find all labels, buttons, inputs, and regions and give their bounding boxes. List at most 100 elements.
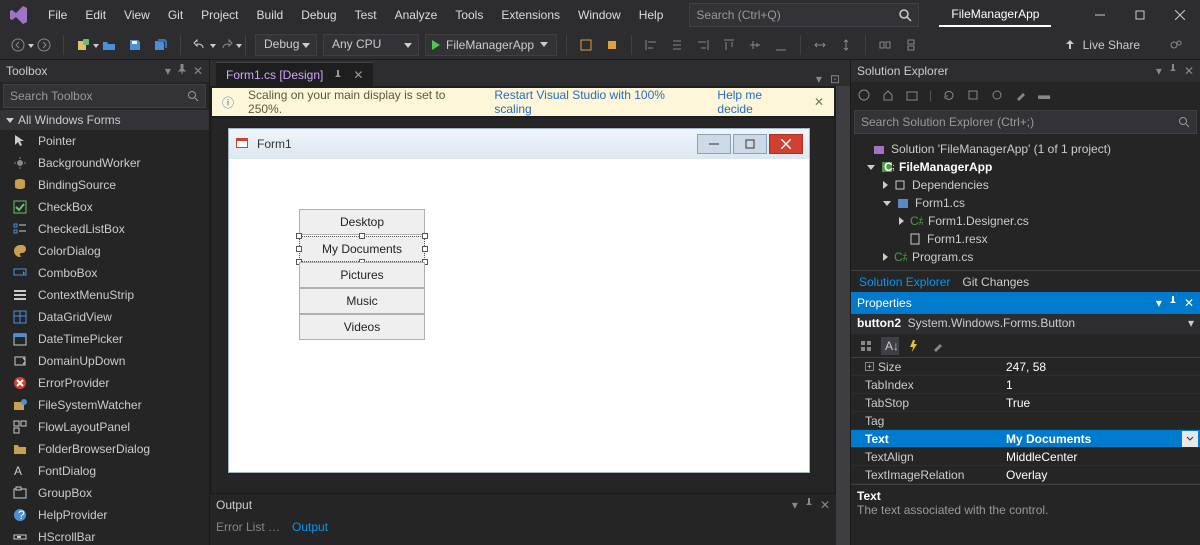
form1-cs-node[interactable]: Form1.cs	[851, 194, 1200, 212]
property-value[interactable]: 247, 58	[1006, 358, 1200, 375]
new-item-button[interactable]	[73, 35, 93, 55]
toolbox-item-datagridview[interactable]: DataGridView	[0, 306, 209, 328]
toolbox-item-errorprovider[interactable]: ErrorProvider	[0, 372, 209, 394]
project-node[interactable]: C# FileManagerApp	[851, 158, 1200, 176]
close-button[interactable]	[1160, 1, 1200, 29]
toolbox-item-contextmenustrip[interactable]: ContextMenuStrip	[0, 284, 209, 306]
menu-analyze[interactable]: Analyze	[387, 4, 446, 26]
selection-handle[interactable]	[296, 246, 302, 252]
close-tab-icon[interactable]: ✕	[353, 68, 363, 82]
property-value[interactable]: 1	[1006, 376, 1200, 393]
categorized-icon[interactable]	[857, 337, 875, 355]
toolbox-item-groupbox[interactable]: GroupBox	[0, 482, 209, 504]
toolbox-item-backgroundworker[interactable]: BackgroundWorker	[0, 152, 209, 174]
save-button[interactable]	[125, 35, 145, 55]
toolbox-item-folderbrowserdialog[interactable]: FolderBrowserDialog	[0, 438, 209, 460]
menu-view[interactable]: View	[116, 4, 158, 26]
form1-designer-node[interactable]: C# Form1.Designer.cs	[851, 212, 1200, 230]
live-share-button[interactable]: Live Share	[1063, 38, 1140, 52]
property-pages-icon[interactable]	[929, 337, 947, 355]
tool-btn-b[interactable]	[602, 35, 622, 55]
pin-icon[interactable]	[1168, 64, 1178, 78]
close-icon[interactable]: ✕	[193, 64, 203, 78]
toolbox-item-fontdialog[interactable]: AFontDialog	[0, 460, 209, 482]
menu-debug[interactable]: Debug	[293, 4, 344, 26]
vspace-button[interactable]	[836, 35, 856, 55]
toolbox-item-checkedlistbox[interactable]: CheckedListBox	[0, 218, 209, 240]
se-sync-icon[interactable]	[905, 88, 919, 102]
form-button-music[interactable]: Music	[299, 288, 425, 314]
property-value[interactable]: MiddleCenter	[1006, 448, 1200, 465]
align-top-button[interactable]	[719, 35, 739, 55]
maximize-pane-icon[interactable]: ⊡	[830, 72, 840, 86]
property-value[interactable]: My Documents	[1006, 430, 1200, 447]
toolbox-item-hscrollbar[interactable]: HScrollBar	[0, 526, 209, 545]
property-value[interactable]	[1006, 412, 1200, 429]
form-button-videos[interactable]: Videos	[299, 314, 425, 340]
form-designer-surface[interactable]: Form1 DesktopMy DocumentsPicturesMusicVi…	[212, 118, 834, 493]
output-tab[interactable]: Output	[292, 520, 328, 534]
solution-name-display[interactable]: FileManagerApp	[939, 3, 1051, 27]
se-home-icon[interactable]	[857, 88, 871, 102]
form-client-area[interactable]: DesktopMy DocumentsPicturesMusicVideos	[229, 159, 809, 472]
form-preview-window[interactable]: Form1 DesktopMy DocumentsPicturesMusicVi…	[228, 128, 810, 473]
se-showall-icon[interactable]	[990, 88, 1004, 102]
dropdown-icon[interactable]	[1182, 431, 1198, 447]
property-row-tabindex[interactable]: TabIndex1	[851, 376, 1200, 394]
menu-edit[interactable]: Edit	[77, 4, 114, 26]
toolbox-item-combobox[interactable]: ComboBox	[0, 262, 209, 284]
menu-git[interactable]: Git	[160, 4, 191, 26]
output-tab[interactable]: Error List …	[216, 520, 280, 534]
close-infobar-icon[interactable]: ✕	[814, 95, 824, 109]
pin-icon[interactable]	[1168, 296, 1178, 310]
tab-dropdown-icon[interactable]: ▾	[816, 72, 822, 86]
expand-icon[interactable]: +	[865, 362, 874, 371]
undo-button[interactable]	[190, 35, 210, 55]
menu-file[interactable]: File	[40, 4, 75, 26]
minimize-button[interactable]	[1080, 1, 1120, 29]
panel-tab[interactable]: Solution Explorer	[859, 275, 950, 289]
expand-v-button[interactable]	[901, 35, 921, 55]
pin-icon[interactable]	[333, 70, 343, 80]
form-min-button[interactable]	[697, 134, 731, 154]
align-center-button[interactable]	[667, 35, 687, 55]
se-properties-icon[interactable]	[1014, 88, 1028, 102]
solution-node[interactable]: Solution 'FileManagerApp' (1 of 1 projec…	[851, 140, 1200, 158]
save-all-button[interactable]	[151, 35, 171, 55]
menu-project[interactable]: Project	[193, 4, 246, 26]
hspace-button[interactable]	[810, 35, 830, 55]
property-row-size[interactable]: +Size247, 58	[851, 358, 1200, 376]
toolbox-item-datetimepicker[interactable]: DateTimePicker	[0, 328, 209, 350]
tool-btn-a[interactable]	[576, 35, 596, 55]
selection-handle[interactable]	[422, 246, 428, 252]
toolbox-item-helpprovider[interactable]: ?HelpProvider	[0, 504, 209, 526]
program-cs-node[interactable]: C# Program.cs	[851, 248, 1200, 266]
properties-object-selector[interactable]: button2 System.Windows.Forms.Button ▾	[851, 314, 1200, 334]
nav-back-button[interactable]	[8, 35, 28, 55]
toolbox-item-flowlayoutpanel[interactable]: FlowLayoutPanel	[0, 416, 209, 438]
toolbox-item-filesystemwatcher[interactable]: FileSystemWatcher	[0, 394, 209, 416]
toolbox-item-colordialog[interactable]: ColorDialog	[0, 240, 209, 262]
form-button-desktop[interactable]: Desktop	[299, 209, 425, 235]
menu-help[interactable]: Help	[631, 4, 672, 26]
toolbox-item-pointer[interactable]: Pointer	[0, 130, 209, 152]
menu-test[interactable]: Test	[347, 4, 385, 26]
close-icon[interactable]: ✕	[1184, 64, 1194, 78]
nav-fwd-button[interactable]	[34, 35, 54, 55]
form-max-button[interactable]	[733, 134, 767, 154]
open-button[interactable]	[99, 35, 119, 55]
property-row-tabstop[interactable]: TabStopTrue	[851, 394, 1200, 412]
selection-handle[interactable]	[296, 233, 302, 239]
document-tab[interactable]: Form1.cs [Design] ✕	[216, 62, 373, 86]
align-middle-button[interactable]	[745, 35, 765, 55]
dropdown-icon[interactable]: ▾	[792, 498, 798, 512]
toolbox-item-bindingsource[interactable]: BindingSource	[0, 174, 209, 196]
selection-handle[interactable]	[359, 233, 365, 239]
dropdown-icon[interactable]: ▾	[1156, 296, 1162, 310]
config-combo[interactable]: Debug	[255, 34, 317, 56]
events-icon[interactable]	[905, 337, 923, 355]
selection-handle[interactable]	[422, 233, 428, 239]
property-row-textimagerelation[interactable]: TextImageRelationOverlay	[851, 466, 1200, 484]
menu-extensions[interactable]: Extensions	[493, 4, 568, 26]
platform-combo[interactable]: Any CPU	[323, 34, 419, 56]
